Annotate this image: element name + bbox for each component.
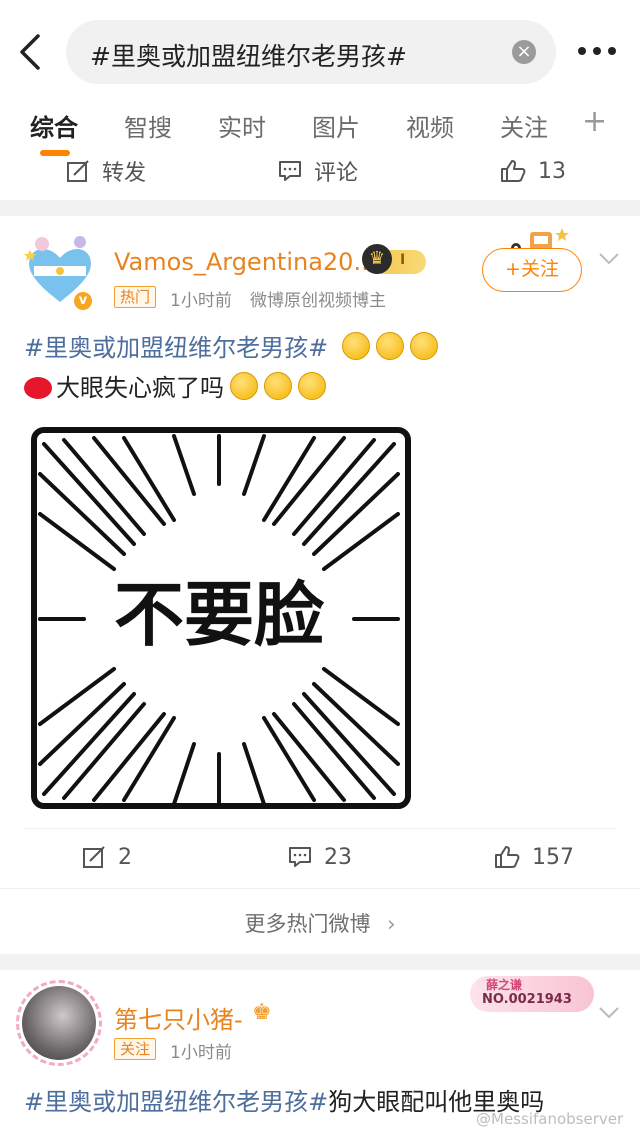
crown-icon: ♛ [362,244,392,274]
avatar-frame [16,980,102,1066]
member-level-badge[interactable]: ♛ I [362,244,426,274]
chevron-right-icon: › [387,912,396,936]
repost-label: 转发 [102,161,147,186]
post-text: 大眼失心疯了吗 [56,374,224,402]
post-actions: 2 23 157 [0,832,640,882]
divider [0,888,640,889]
post-body: 大眼失心疯了吗 [24,368,326,403]
post-card[interactable]: 第七只小猪- ♚ 关注 1小时前 薛之谦 NO.0021943 #里奥或加盟纽维… [0,970,640,1135]
repost-button[interactable]: 2 [82,832,132,882]
author-title: 微博原创视频博主 [250,291,386,311]
comment-button[interactable]: 23 [288,832,352,882]
tab-following[interactable]: 关注 [500,108,548,143]
level-label: I [400,252,406,268]
hashtag-link[interactable]: #里奥或加盟纽维尔老男孩# [24,334,328,362]
more-hot-posts-link[interactable]: 更多热门微博 › [0,908,640,938]
chevron-down-icon[interactable] [598,252,620,266]
post-hashtag-line: #里奥或加盟纽维尔老男孩# [24,328,438,363]
clear-search-icon[interactable]: × [512,40,536,64]
crown-icon: ♚ [252,1000,272,1025]
like-count: 13 [538,158,566,184]
verified-badge-icon: v [72,290,94,312]
post-time: 1小时前 [170,1043,232,1063]
post-body: #里奥或加盟纽维尔老男孩#狗大眼配叫他里奥吗 [24,1082,544,1117]
tab-images[interactable]: 图片 [312,108,360,143]
grin-emoji-icon [375,332,404,360]
search-query[interactable]: #里奥或加盟纽维尔老男孩# [90,37,407,73]
repost-icon [67,160,89,182]
more-options-icon[interactable] [578,38,622,64]
tab-realtime[interactable]: 实时 [218,108,266,143]
add-tab-icon[interactable]: + [582,104,607,139]
comment-count: 23 [324,844,352,870]
search-input[interactable]: #里奥或加盟纽维尔老男孩# × [66,20,556,84]
divider [24,828,616,829]
more-hot-label: 更多热门微博 [244,912,371,936]
weibo-logo-icon [24,377,52,399]
fan-badge[interactable]: 薛之谦 NO.0021943 [470,976,594,1012]
clap-emoji-icon [230,372,258,400]
like-icon [495,846,520,868]
grin-emoji-icon [341,332,370,360]
comment-label: 评论 [314,161,359,186]
post-time: 1小时前 [170,291,232,311]
follow-button[interactable]: +关注 [482,248,582,292]
repost-icon [83,846,105,868]
watermark: @Messifanobserver [476,1110,624,1128]
meme-image: 不要脸 [31,427,411,809]
hot-tag: 热门 [114,286,157,308]
like-icon [501,160,526,182]
author-name[interactable]: Vamos_Argentina20... [114,248,376,276]
meme-caption: 不要脸 [114,574,325,656]
tab-smart-search[interactable]: 智搜 [124,108,172,143]
clap-emoji-icon [264,372,292,400]
hashtag-link[interactable]: #里奥或加盟纽维尔老男孩# [24,1088,328,1116]
fan-badge-name: 薛之谦 [486,978,523,992]
repost-button[interactable]: 转发 [66,146,146,196]
post-card[interactable]: v Vamos_Argentina20... ♛ I 热门 1小时前 微博原创视… [0,216,640,954]
grin-emoji-icon [409,332,438,360]
chevron-down-icon[interactable] [598,1006,620,1020]
comment-icon [279,161,301,181]
fan-badge-number: NO.0021943 [482,992,572,1007]
like-button[interactable]: 157 [494,832,574,882]
author-name[interactable]: 第七只小猪- [114,1000,243,1035]
tab-general[interactable]: 综合 [30,108,78,143]
header: #里奥或加盟纽维尔老男孩# × 综合 智搜 实时 图片 视频 关注 + 转发 评… [0,0,640,200]
comment-button[interactable]: 评论 [278,146,358,196]
comment-icon [289,847,311,867]
repost-count: 2 [118,844,132,870]
clap-emoji-icon [298,372,326,400]
prev-post-actions: 转发 评论 13 [0,146,640,196]
following-tag: 关注 [114,1038,157,1060]
like-button[interactable]: 13 [500,146,566,196]
tab-video[interactable]: 视频 [406,108,454,143]
post-image[interactable]: 不要脸 [24,424,414,816]
like-count: 157 [532,844,574,870]
back-arrow-icon[interactable] [14,30,48,74]
